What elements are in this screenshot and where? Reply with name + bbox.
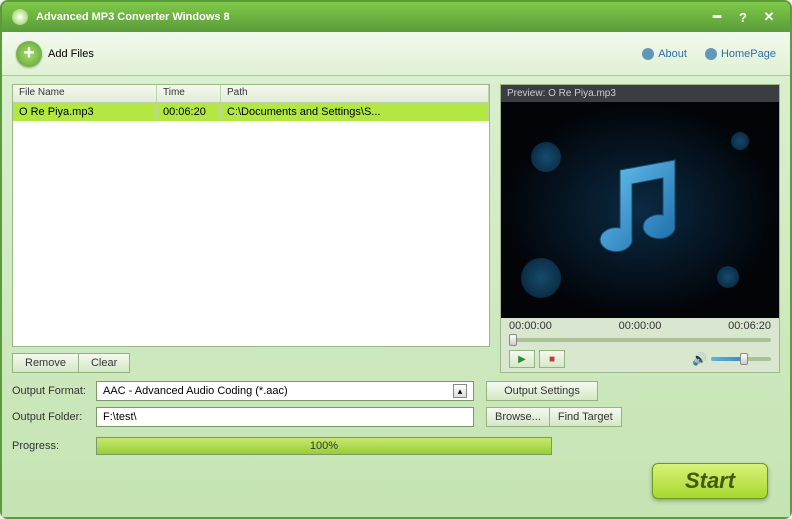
- progress-label: Progress:: [12, 440, 90, 452]
- cell-path: C:\Documents and Settings\S...: [221, 105, 489, 119]
- about-label: About: [658, 48, 687, 60]
- start-button[interactable]: Start: [652, 463, 768, 499]
- output-folder-value: F:\test\: [103, 411, 137, 423]
- col-path[interactable]: Path: [221, 85, 489, 102]
- add-files-label: Add Files: [48, 48, 94, 60]
- homepage-link[interactable]: HomePage: [705, 48, 776, 60]
- browse-button[interactable]: Browse...: [486, 407, 550, 427]
- preview-panel: Preview: O Re Piya.mp3 00:00:00 00:00:00…: [500, 84, 780, 373]
- progress-fill: 100%: [97, 438, 551, 454]
- output-format-value: AAC - Advanced Audio Coding (*.aac): [103, 385, 288, 397]
- time-start: 00:00:00: [509, 320, 552, 332]
- help-button[interactable]: ?: [732, 7, 754, 27]
- home-icon: [705, 48, 717, 60]
- about-link[interactable]: About: [642, 48, 687, 60]
- add-files-button[interactable]: + Add Files: [16, 41, 94, 67]
- col-filename[interactable]: File Name: [13, 85, 157, 102]
- window-title: Advanced MP3 Converter Windows 8: [36, 11, 230, 23]
- file-table: File Name Time Path O Re Piya.mp3 00:06:…: [12, 84, 490, 347]
- volume-thumb[interactable]: [740, 353, 748, 365]
- volume-icon: 🔊: [692, 352, 707, 366]
- app-logo-icon: [12, 9, 28, 25]
- find-target-button[interactable]: Find Target: [550, 407, 622, 427]
- stop-button[interactable]: ■: [539, 350, 565, 368]
- add-icon: +: [16, 41, 42, 67]
- clear-button[interactable]: Clear: [79, 353, 130, 373]
- seek-slider[interactable]: [509, 338, 771, 342]
- output-format-label: Output Format:: [12, 385, 90, 397]
- output-folder-label: Output Folder:: [12, 411, 90, 423]
- output-format-select[interactable]: AAC - Advanced Audio Coding (*.aac) ▴: [96, 381, 474, 401]
- play-button[interactable]: ▶: [509, 350, 535, 368]
- cell-filename: O Re Piya.mp3: [13, 105, 157, 119]
- output-folder-input[interactable]: F:\test\: [96, 407, 474, 427]
- titlebar: Advanced MP3 Converter Windows 8 ━ ? ✕: [2, 2, 790, 32]
- volume-slider[interactable]: [711, 357, 771, 361]
- time-end: 00:06:20: [728, 320, 771, 332]
- output-settings-button[interactable]: Output Settings: [486, 381, 598, 401]
- toolbar: + Add Files About HomePage: [2, 32, 790, 76]
- music-note-icon: [585, 150, 695, 270]
- progress-bar: 100%: [96, 437, 552, 455]
- preview-image: [501, 102, 779, 318]
- chevron-up-icon[interactable]: ▴: [453, 384, 467, 398]
- col-time[interactable]: Time: [157, 85, 221, 102]
- preview-label: Preview: O Re Piya.mp3: [501, 85, 779, 102]
- timeline: 00:00:00 00:00:00 00:06:20: [501, 318, 779, 334]
- info-icon: [642, 48, 654, 60]
- homepage-label: HomePage: [721, 48, 776, 60]
- seek-thumb[interactable]: [509, 334, 517, 346]
- time-current: 00:00:00: [619, 320, 662, 332]
- remove-button[interactable]: Remove: [12, 353, 79, 373]
- cell-time: 00:06:20: [157, 105, 221, 119]
- minimize-button[interactable]: ━: [706, 7, 728, 27]
- table-row[interactable]: O Re Piya.mp3 00:06:20 C:\Documents and …: [13, 103, 489, 121]
- close-button[interactable]: ✕: [758, 7, 780, 27]
